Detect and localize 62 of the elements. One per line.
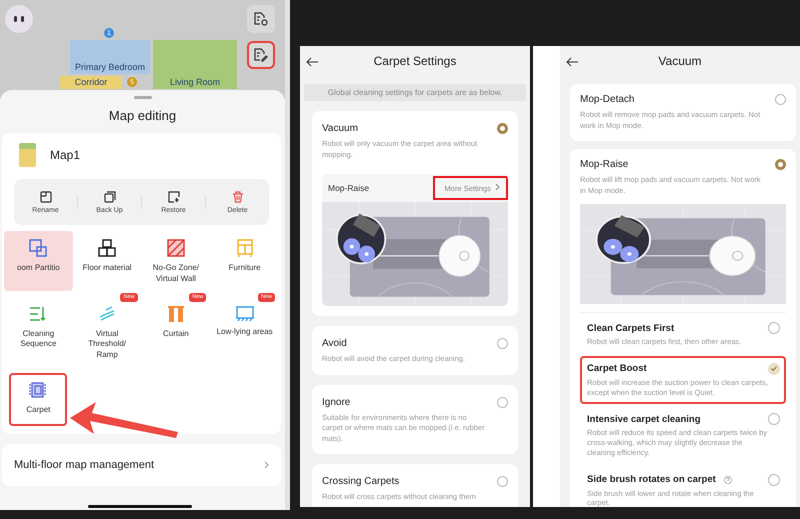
radio-button[interactable] — [497, 338, 508, 349]
page-title: Carpet Settings — [374, 54, 456, 68]
sub-setting-label: Mop-Raise — [328, 183, 370, 193]
carpet-option-title: Clean Carpets First — [587, 322, 674, 334]
hatched-square-icon — [166, 239, 185, 257]
back-arrow-icon — [566, 57, 578, 67]
map-edit-button[interactable] — [247, 41, 275, 69]
map-view-button[interactable] — [247, 5, 275, 33]
low-area-icon — [234, 304, 255, 321]
help-icon[interactable] — [724, 476, 732, 484]
sheet-title: Map editing — [108, 108, 176, 123]
carpet-option-title: Carpet Boost — [587, 363, 647, 374]
blocks-icon — [98, 239, 116, 257]
carpet-option-title: Side brush rotates on carpet — [587, 474, 716, 485]
map-tool-item[interactable]: Floor material — [72, 231, 142, 291]
chevron-icon — [495, 183, 500, 191]
map-tool-item[interactable]: No-Go Zone/ Virtual Wall — [142, 231, 210, 291]
map-tool-item[interactable]: Carpet — [9, 372, 68, 426]
map-tool-item[interactable]: Cleaning Sequence — [4, 296, 73, 367]
notice-banner: Global cleaning settings for carpets are as below. — [304, 84, 526, 101]
multi-floor-row[interactable]: Multi-floor map management — [2, 444, 281, 486]
map-tool-item[interactable]: oom Partitio — [4, 231, 73, 291]
mode-card[interactable] — [570, 149, 796, 507]
page-title: Vacuum — [658, 54, 702, 68]
restore-icon — [168, 190, 180, 202]
radio-button[interactable] — [775, 94, 786, 105]
chevron-icon — [264, 460, 269, 469]
radio-button[interactable] — [497, 396, 508, 408]
radio-button[interactable] — [497, 476, 508, 487]
edit-file-icon — [254, 48, 268, 62]
rename-icon — [40, 190, 52, 202]
map-room[interactable]: Primary Bedroom — [70, 40, 150, 74]
mode-title: Mop-Raise — [580, 159, 628, 170]
sort-icon — [29, 304, 48, 323]
trash-icon — [232, 190, 244, 202]
robot-face-icon[interactable] — [5, 5, 33, 33]
view-file-icon — [254, 12, 268, 26]
radio-button[interactable] — [775, 159, 786, 170]
checkbox[interactable] — [768, 474, 780, 486]
checkbox[interactable] — [768, 413, 780, 426]
partition-icon — [29, 239, 48, 257]
map-room[interactable]: Corridor — [60, 76, 122, 89]
waves-icon — [98, 304, 116, 323]
copy-icon — [104, 190, 116, 202]
curtain-icon — [166, 304, 185, 323]
option-title: Crossing Carpets — [322, 476, 400, 487]
map-name: Map1 — [50, 148, 80, 162]
map-tool-item[interactable]: Furniture — [210, 231, 279, 291]
carpet-icon — [29, 380, 48, 399]
checkbox[interactable] — [768, 362, 780, 375]
back-arrow-icon — [306, 57, 318, 67]
option-title: Ignore — [322, 396, 350, 408]
cabinet-icon — [236, 239, 254, 257]
checkbox[interactable] — [768, 322, 780, 334]
radio-button[interactable] — [497, 123, 508, 134]
map-thumbnail — [19, 143, 36, 167]
check-icon — [771, 366, 777, 372]
mode-title: Mop-Detach — [580, 94, 634, 105]
map-room[interactable]: Living Room — [153, 40, 237, 89]
option-title: Avoid — [322, 338, 347, 349]
option-title: Vacuum — [322, 123, 358, 134]
carpet-option-title: Intensive carpet cleaning — [587, 414, 701, 425]
